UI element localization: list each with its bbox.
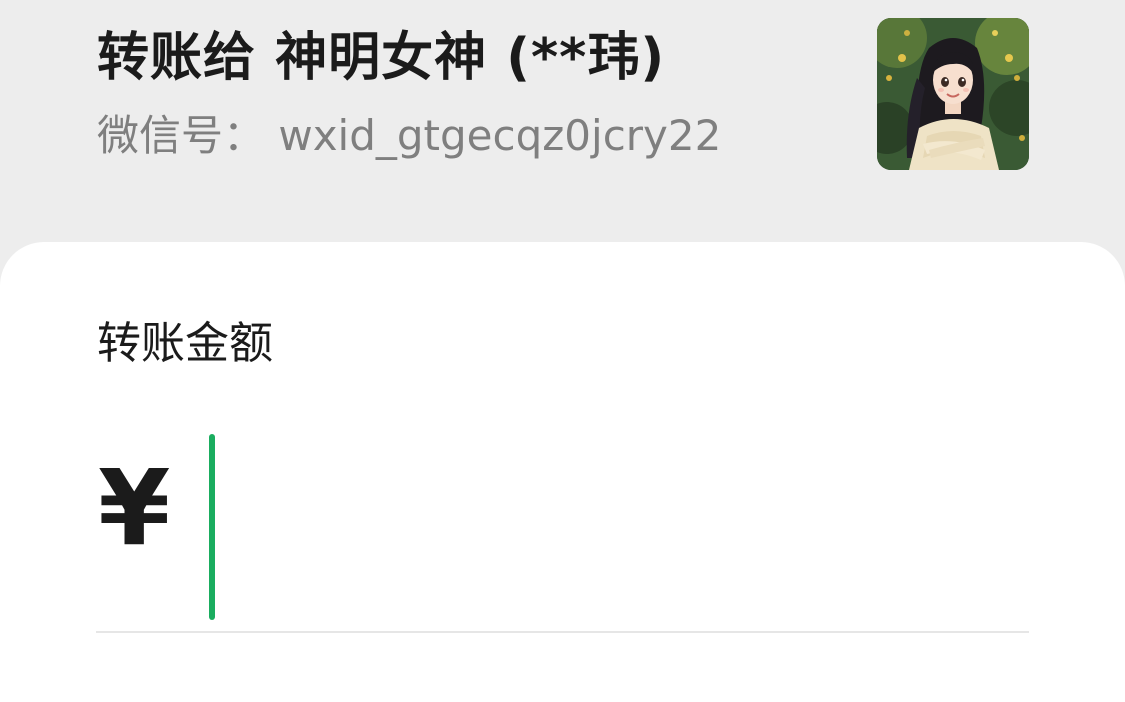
avatar-image [877,18,1029,170]
amount-label: 转账金额 [97,318,273,369]
wechat-id: 微信号： wxid_gtgecqz0jcry22 [97,111,722,160]
user-avatar-icon[interactable] [877,18,1029,170]
amount-input[interactable] [205,432,1025,622]
input-caret [209,434,215,620]
recipient-title: 转账给 神明女神 (**玮) [97,28,666,88]
transfer-card: 转账金额 ¥ [0,242,1125,702]
amount-divider [96,631,1029,633]
recipient-header: 转账给 神明女神 (**玮) 微信号： wxid_gtgecqz0jcry22 [0,0,1125,242]
currency-symbol: ¥ [98,447,171,569]
